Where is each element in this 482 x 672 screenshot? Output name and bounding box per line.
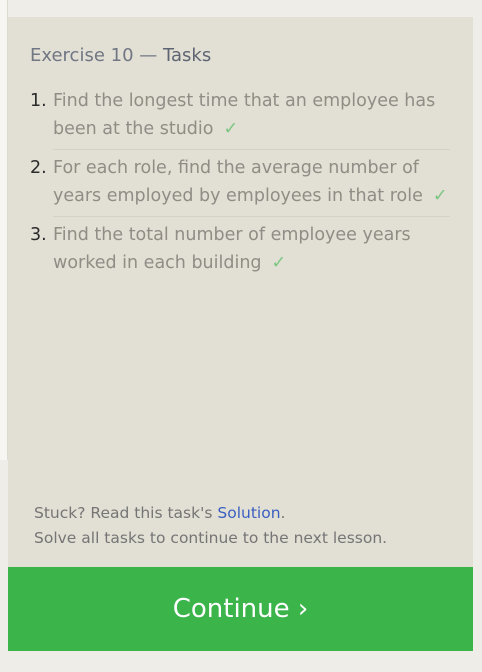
task-item-3: 3. Find the total number of employee yea… [30,221,450,278]
task-number: 3. [30,225,47,245]
task-text: Find the longest time that an employee h… [53,91,436,139]
task-number: 2. [30,158,47,178]
check-icon: ✓ [432,186,448,206]
task-text: For each role, find the average number o… [53,158,423,206]
panel-title: Exercise 10 — Tasks [30,45,211,66]
task-number: 1. [30,91,47,111]
task-item-1: 1. Find the longest time that an employe… [30,87,450,150]
footer-note: Stuck? Read this task's Solution. Solve … [34,501,387,551]
check-icon: ✓ [271,253,287,273]
tasks-label: Tasks [162,45,212,66]
check-icon: ✓ [223,119,239,139]
task-item-2: 2. For each role, find the average numbe… [30,154,450,217]
exercise-tasks-panel: Exercise 10 — Tasks 1. Find the longest … [8,17,473,651]
solution-link[interactable]: Solution [217,504,280,522]
task-text: Find the total number of employee years … [53,225,411,273]
stuck-text: Stuck? Read this task's [34,504,218,522]
exercise-label: Exercise 10 — [30,45,163,66]
left-pane-edge [0,0,8,460]
continue-button[interactable]: Continue › [8,567,473,651]
continue-note: Solve all tasks to continue to the next … [34,529,388,547]
stuck-line: Stuck? Read this task's Solution. [34,501,387,526]
stuck-period: . [280,504,286,522]
task-list: 1. Find the longest time that an employe… [30,87,450,278]
task-divider [53,149,450,150]
task-divider [53,216,450,217]
